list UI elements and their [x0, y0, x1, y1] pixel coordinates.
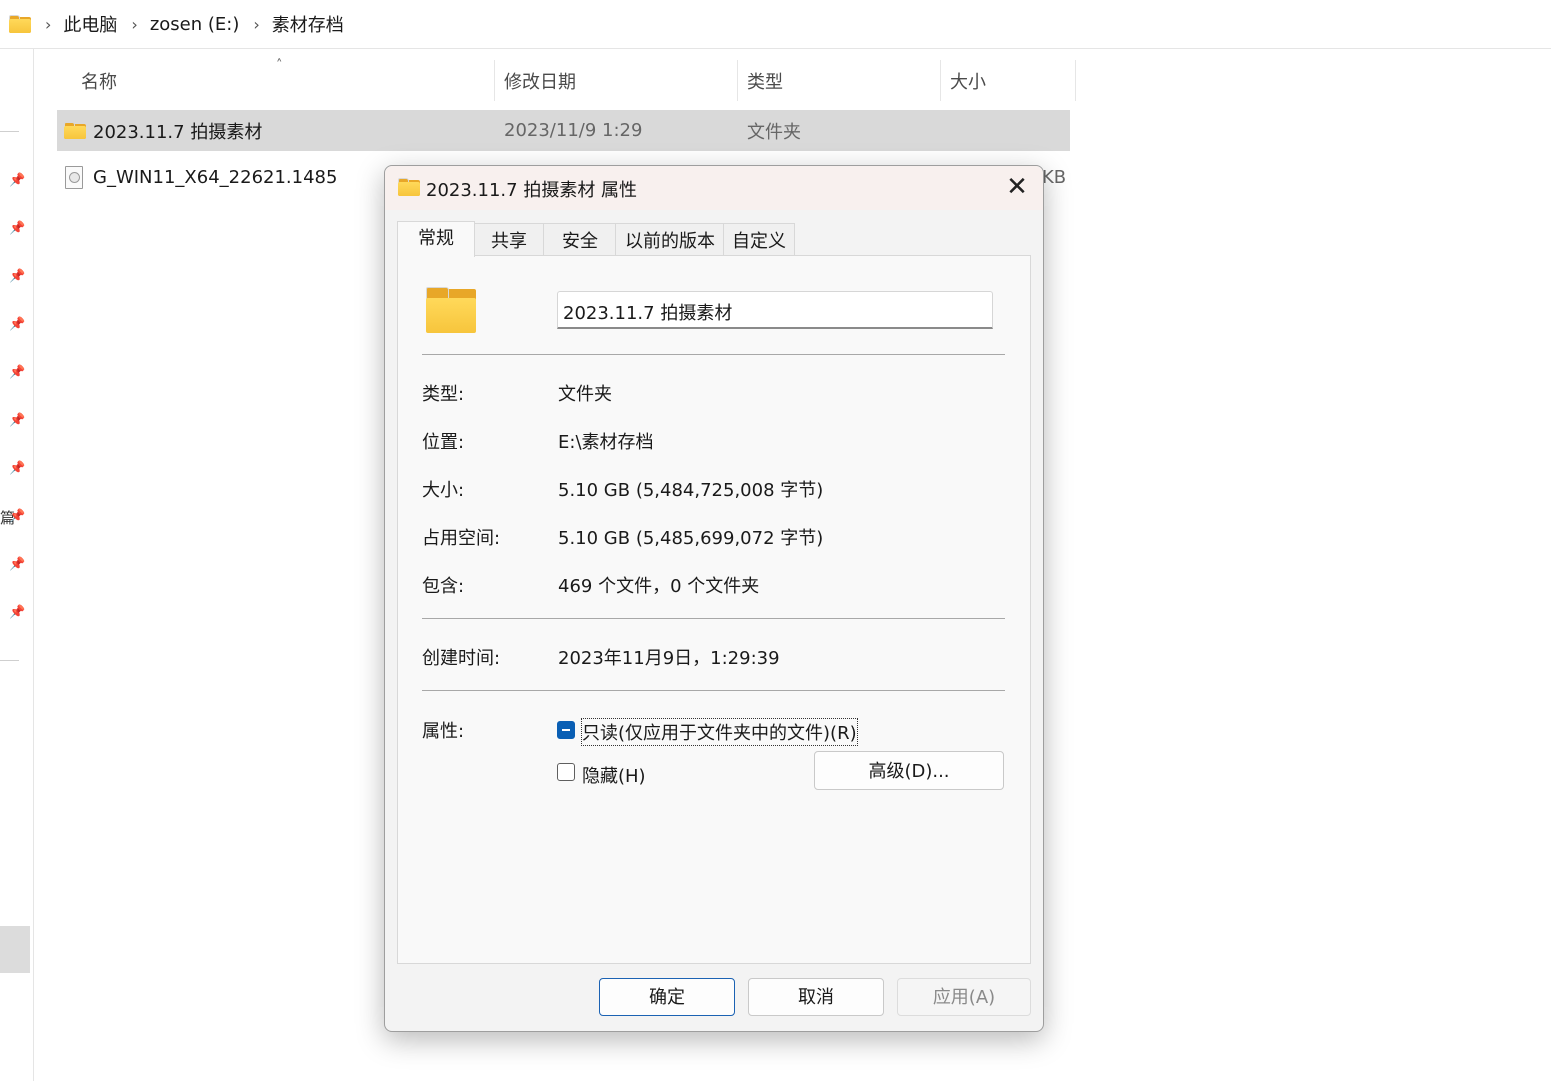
folder-icon — [9, 15, 31, 33]
cancel-button[interactable]: 取消 — [748, 978, 884, 1016]
dialog-title: 2023.11.7 拍摄素材 属性 — [426, 180, 638, 201]
created-value: 2023年11月9日，1:29:39 — [558, 648, 780, 669]
pin-icon: 📌 — [9, 509, 26, 524]
chevron-right-icon: › — [45, 14, 52, 34]
size-value: 5.10 GB (5,484,725,008 字节) — [558, 480, 824, 501]
pin-icon: 📌 — [9, 461, 26, 476]
contains-label: 包含: — [422, 576, 465, 597]
location-label: 位置: — [422, 432, 465, 453]
pin-icon: 📌 — [9, 173, 26, 188]
general-tab-panel: 类型: 文件夹 位置: E:\素材存档 大小: 5.10 GB (5,484,7… — [397, 255, 1031, 964]
created-label: 创建时间: — [422, 648, 501, 669]
divider — [422, 618, 1005, 619]
pin-icon: 📌 — [9, 605, 26, 620]
file-row[interactable]: 2023.11.7 拍摄素材 2023/11/9 1:29 文件夹 — [57, 110, 1070, 151]
tab-customize[interactable]: 自定义 — [723, 223, 795, 256]
contains-value: 469 个文件，0 个文件夹 — [558, 576, 760, 597]
pin-icon: 📌 — [9, 317, 26, 332]
pin-icon: 📌 — [9, 557, 26, 572]
folder-icon — [426, 287, 476, 333]
close-icon: ✕ — [1006, 172, 1028, 202]
readonly-label[interactable]: 只读(仅应用于文件夹中的文件)(R) — [581, 718, 858, 746]
column-header-size[interactable]: 大小 — [950, 60, 986, 101]
pin-icon: 📌 — [9, 413, 26, 428]
folder-icon — [398, 178, 420, 196]
tab-security[interactable]: 安全 — [543, 223, 617, 256]
chevron-right-icon: › — [131, 14, 138, 34]
column-divider[interactable] — [494, 60, 495, 101]
ok-button[interactable]: 确定 — [599, 978, 735, 1016]
size-on-disk-label: 占用空间: — [422, 528, 501, 549]
type-value: 文件夹 — [558, 384, 612, 405]
properties-dialog[interactable]: 2023.11.7 拍摄素材 属性 ✕ 常规 共享 安全 以前的版本 自定义 类… — [384, 165, 1044, 1032]
close-button[interactable]: ✕ — [997, 172, 1037, 204]
column-divider[interactable] — [1075, 60, 1076, 101]
column-divider[interactable] — [940, 60, 941, 101]
column-divider[interactable] — [737, 60, 738, 101]
column-header-name[interactable]: 名称 — [81, 60, 117, 101]
file-name: G_WIN11_X64_22621.1485 — [93, 167, 338, 188]
column-header-type[interactable]: 类型 — [747, 60, 783, 101]
address-bar[interactable]: › 此电脑 › zosen (E:) › 素材存档 — [0, 0, 1551, 49]
dialog-titlebar[interactable]: 2023.11.7 拍摄素材 属性 ✕ — [385, 166, 1043, 210]
chevron-right-icon: › — [253, 14, 260, 34]
pin-icon: 📌 — [9, 365, 26, 380]
tab-previous-versions[interactable]: 以前的版本 — [615, 223, 725, 256]
divider — [422, 690, 1005, 691]
tab-sharing[interactable]: 共享 — [473, 223, 545, 256]
file-size: KB — [1042, 167, 1067, 188]
breadcrumb-current-folder[interactable]: 素材存档 — [272, 11, 344, 37]
tab-general[interactable]: 常规 — [397, 221, 475, 257]
hidden-checkbox[interactable] — [557, 763, 575, 781]
pin-icon: 📌 — [9, 269, 26, 284]
disc-image-icon — [65, 166, 83, 189]
hidden-label[interactable]: 隐藏(H) — [582, 762, 646, 788]
file-type: 文件夹 — [747, 121, 801, 143]
nav-divider — [0, 660, 19, 661]
breadcrumb-drive[interactable]: zosen (E:) — [150, 14, 240, 35]
pin-icon: 📌 — [9, 221, 26, 236]
divider — [422, 354, 1005, 355]
nav-item-selected[interactable] — [0, 926, 30, 973]
column-header-date[interactable]: 修改日期 — [504, 60, 576, 101]
file-date: 2023/11/9 1:29 — [504, 120, 643, 141]
attributes-label: 属性: — [422, 721, 465, 742]
location-value: E:\素材存档 — [558, 432, 654, 453]
advanced-button[interactable]: 高级(D)... — [814, 751, 1004, 790]
readonly-checkbox[interactable] — [557, 721, 575, 739]
navigation-pane[interactable]: 📌 📌 📌 📌 📌 📌 📌 篇 📌 📌 📌 — [0, 49, 34, 1081]
type-label: 类型: — [422, 384, 465, 405]
size-label: 大小: — [422, 480, 465, 501]
breadcrumb-this-pc[interactable]: 此电脑 — [63, 11, 117, 37]
nav-divider — [0, 131, 19, 132]
sort-ascending-icon: ˄ — [276, 58, 283, 73]
apply-button[interactable]: 应用(A) — [897, 978, 1031, 1016]
file-name: 2023.11.7 拍摄素材 — [93, 121, 263, 143]
folder-icon — [64, 122, 86, 139]
folder-name-input[interactable] — [557, 291, 993, 329]
size-on-disk-value: 5.10 GB (5,485,699,072 字节) — [558, 528, 824, 549]
